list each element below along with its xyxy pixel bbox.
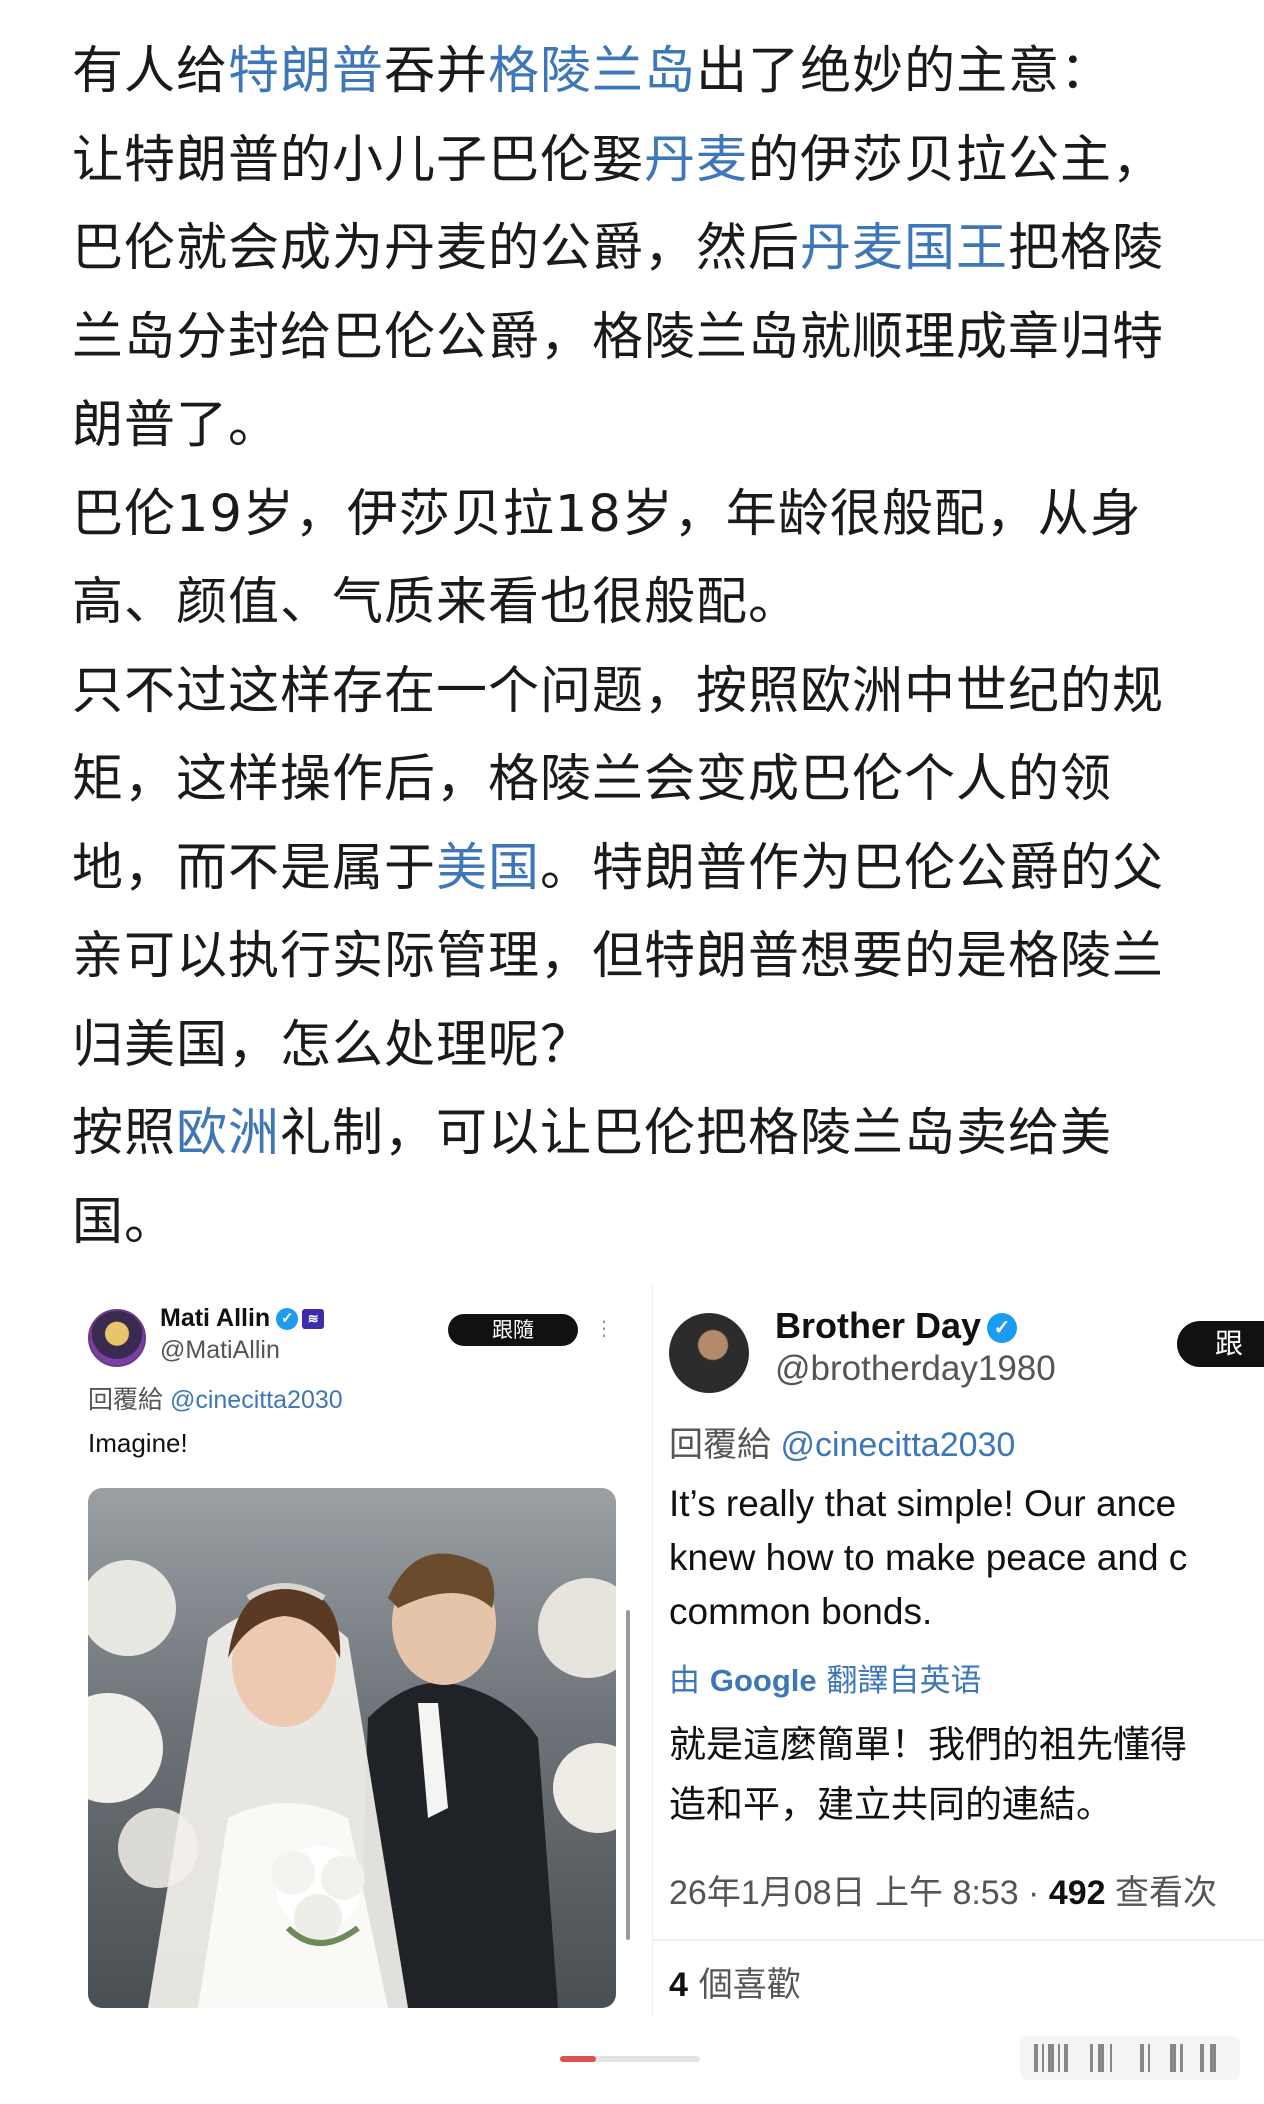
tweet-card-mati-allin: Mati Allin ✓ ≋ @MatiAllin 跟隨 ⋮ 回覆給 @cineci… bbox=[84, 1292, 624, 2022]
reply-handle-link[interactable]: @cinecitta2030 bbox=[170, 1386, 343, 1414]
tweet-text: Imagine! bbox=[88, 1428, 188, 1458]
tweet-meta: 26年1月08日 上午 8:53 · 492 查看次 bbox=[669, 1865, 1217, 1914]
views-label: 查看次 bbox=[1105, 1874, 1218, 1912]
post-text: 吞并 bbox=[384, 42, 489, 101]
post-text: 按照 bbox=[72, 1104, 177, 1163]
divider bbox=[653, 1939, 1264, 1941]
verified-badge-icon: ✓ bbox=[276, 1308, 299, 1331]
reply-handle-link[interactable]: @cinecitta2030 bbox=[780, 1426, 1015, 1464]
display-name-text[interactable]: Mati Allin bbox=[160, 1304, 270, 1332]
topic-link[interactable]: 格陵兰岛 bbox=[488, 42, 696, 101]
translate-prefix: 由 bbox=[669, 1663, 700, 1699]
barcode-watermark-icon bbox=[1020, 2036, 1240, 2080]
post-text: 巴伦19岁，伊莎贝拉18岁，年龄很般配，从身高、颜值、气质来看也很般配。 bbox=[72, 484, 1142, 633]
tweet-text-line: common bonds. bbox=[669, 1591, 933, 1632]
handle[interactable]: @brotherday1980 bbox=[775, 1349, 1056, 1389]
image-pager[interactable] bbox=[560, 2056, 700, 2062]
tweet-text-line: It’s really that simple! Our ance bbox=[669, 1483, 1177, 1524]
tweet-card-brother-day: Brother Day ✓ @brotherday1980 跟 回覆給 @cine… bbox=[652, 1285, 1264, 2015]
views-count: 492 bbox=[1048, 1874, 1106, 1912]
likes-label: 個喜歡 bbox=[687, 1965, 801, 2005]
reply-to-line: 回覆給 @cinecitta2030 bbox=[669, 1417, 1015, 1466]
follow-button[interactable]: 跟 bbox=[1177, 1321, 1264, 1367]
topic-link[interactable]: 丹麦国王 bbox=[800, 219, 1008, 278]
google-logo: Google bbox=[709, 1663, 817, 1698]
post-paragraph: 只不过这样存在一个问题，按照欧洲中世纪的规矩，这样操作后，格陵兰会变成巴伦个人的… bbox=[72, 648, 1202, 1091]
post-text: 让特朗普的小儿子巴伦娶 bbox=[72, 130, 645, 190]
avatar[interactable] bbox=[88, 1309, 146, 1367]
tweet-text-line: 就是這麼簡單！我們的祖先懂得 bbox=[669, 1723, 1187, 1766]
topic-link[interactable]: 丹麦 bbox=[644, 131, 748, 190]
likes-stat[interactable]: 4 個喜歡 bbox=[669, 1957, 801, 2006]
translate-suffix: 翻譯自英语 bbox=[826, 1663, 982, 1699]
follow-button[interactable]: 跟隨 bbox=[448, 1314, 578, 1346]
likes-count: 4 bbox=[669, 1966, 688, 2004]
more-options-icon[interactable]: ⋮ bbox=[594, 1316, 614, 1340]
topic-link[interactable]: 欧洲 bbox=[176, 1104, 280, 1163]
post-paragraph: 按照欧洲礼制，可以让巴伦把格陵兰岛卖给美国。 bbox=[72, 1090, 1202, 1267]
display-name[interactable]: Mati Allin ✓ ≋ bbox=[160, 1304, 325, 1333]
post-body: 有人给特朗普吞并格陵兰岛出了绝妙的主意： 让特朗普的小儿子巴伦娶丹麦的伊莎贝拉公主… bbox=[72, 28, 1202, 1267]
pager-active-indicator bbox=[560, 2056, 596, 2062]
handle[interactable]: @MatiAllin bbox=[160, 1336, 280, 1365]
avatar[interactable] bbox=[669, 1313, 749, 1393]
post-paragraph: 有人给特朗普吞并格陵兰岛出了绝妙的主意： bbox=[72, 28, 1202, 117]
translation-attribution[interactable]: 由 Google 翻譯自英语 bbox=[669, 1655, 982, 1700]
post-paragraph: 巴伦19岁，伊莎贝拉18岁，年龄很般配，从身高、颜值、气质来看也很般配。 bbox=[72, 471, 1202, 648]
wedding-photo[interactable] bbox=[88, 1488, 616, 2008]
timestamp[interactable]: 26年1月08日 上午 8:53 · bbox=[669, 1874, 1049, 1912]
audio-badge-icon: ≋ bbox=[302, 1309, 325, 1330]
tweet-text-translated: 就是這麼簡單！我們的祖先懂得 造和平，建立共同的連結。 bbox=[669, 1715, 1264, 1835]
scrollbar[interactable] bbox=[626, 1610, 630, 1940]
topic-link[interactable]: 特朗普 bbox=[228, 42, 384, 101]
wedding-photo-illustration bbox=[88, 1553, 616, 2008]
post-paragraph: 让特朗普的小儿子巴伦娶丹麦的伊莎贝拉公主，巴伦就会成为丹麦的公爵，然后丹麦国王把… bbox=[72, 117, 1202, 471]
reply-prefix: 回覆給 bbox=[669, 1426, 771, 1464]
tweet-text-line: knew how to make peace and c bbox=[669, 1537, 1188, 1578]
reply-prefix: 回覆給 bbox=[88, 1386, 164, 1414]
reply-to-line: 回覆給 @cinecitta2030 bbox=[88, 1380, 343, 1416]
tweet-text-line: 造和平，建立共同的連結。 bbox=[669, 1783, 1113, 1826]
verified-badge-icon: ✓ bbox=[987, 1313, 1018, 1344]
topic-link[interactable]: 美国 bbox=[436, 839, 540, 898]
post-text: 有人给 bbox=[72, 42, 229, 101]
post-text: 出了绝妙的主意： bbox=[696, 42, 1113, 101]
tweet-text-english: It’s really that simple! Our ance knew h… bbox=[669, 1477, 1264, 1639]
display-name-text[interactable]: Brother Day bbox=[775, 1305, 981, 1346]
display-name[interactable]: Brother Day ✓ bbox=[775, 1305, 1018, 1347]
